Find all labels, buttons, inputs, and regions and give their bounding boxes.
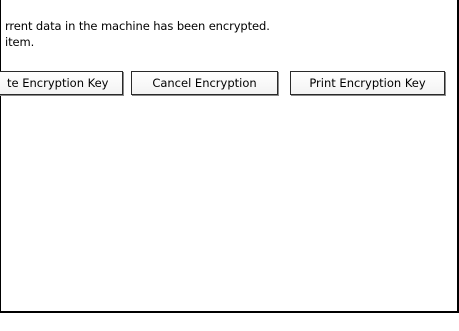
cancel-encryption-button[interactable]: Cancel Encryption	[131, 71, 278, 95]
print-encryption-key-button[interactable]: Print Encryption Key	[290, 71, 445, 95]
instruction-message-line-2: item.	[5, 35, 35, 49]
update-encryption-key-button[interactable]: te Encryption Key	[0, 71, 123, 95]
frame-left-border	[0, 0, 1, 312]
frame-bottom-border	[0, 311, 459, 313]
encryption-settings-screen: rrent data in the machine has been encry…	[0, 0, 459, 331]
status-message-line-1: rrent data in the machine has been encry…	[5, 19, 270, 33]
